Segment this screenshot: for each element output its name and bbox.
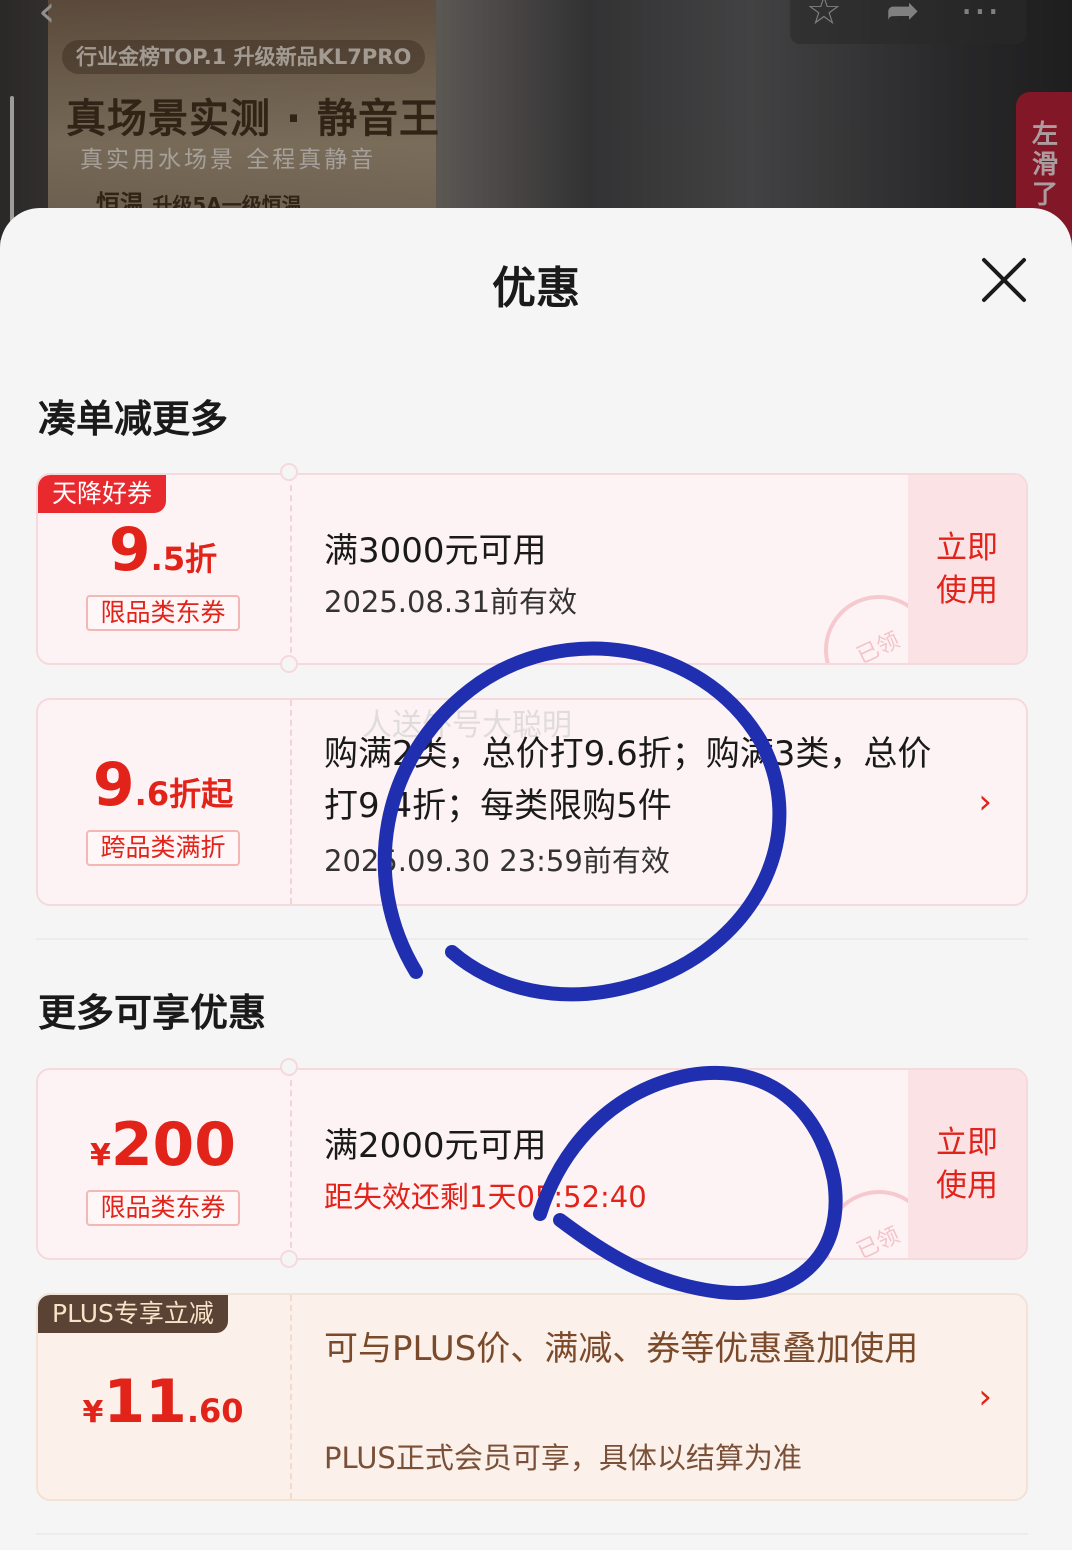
sheet-title: 优惠 (492, 263, 580, 314)
use-now-button[interactable]: 立即 使用 (908, 475, 1026, 663)
card-notch (280, 655, 298, 673)
coupon-validity: 2025.08.31前有效 (324, 585, 578, 619)
close-icon[interactable] (976, 252, 1032, 308)
modal-overlay[interactable] (0, 0, 1072, 240)
plus-condition: 可与PLUS价、满减、券等优惠叠加使用 (324, 1329, 919, 1369)
coupon-card[interactable]: 9.5折 限品类东券 天降好券 满3000元可用 2025.08.31前有效 已… (36, 473, 1028, 665)
discount-sheet: 优惠 凑单减更多 9.5折 限品类东券 天降好券 满3000元可用 2025.0… (0, 208, 1072, 1550)
card-divider (290, 475, 292, 663)
coupon-type: 跨品类满折 (86, 830, 240, 866)
chevron-right-icon[interactable]: › (978, 782, 992, 822)
coupon-countdown: 距失效还剩1天05:52:40 (324, 1180, 647, 1214)
coupon-validity: 2025.09.30 23:59前有效 (324, 844, 670, 878)
card-notch (280, 1250, 298, 1268)
coupon-value-area: 9.6折起 跨品类满折 (38, 700, 288, 904)
coupon-card[interactable]: ¥200 限品类东券 满2000元可用 距失效还剩1天05:52:40 已领 立… (36, 1068, 1028, 1260)
coupon-condition: 满2000元可用 (324, 1126, 547, 1166)
coupon-value: 9.5折 (108, 515, 218, 585)
card-divider (290, 1295, 292, 1499)
coupon-type: 限品类东券 (86, 595, 240, 631)
coupon-value: ¥11.60 (82, 1367, 244, 1437)
plus-discount-card[interactable]: ¥11.60 PLUS专享立减 可与PLUS价、满减、券等优惠叠加使用 PLUS… (36, 1293, 1028, 1501)
card-divider (290, 1070, 292, 1258)
section-title-bundle: 凑单减更多 (38, 397, 229, 441)
watermark: 人送外号大聪明 (362, 708, 572, 743)
coupon-ribbon: 天降好券 (38, 475, 167, 513)
plus-note: PLUS正式会员可享，具体以结算为准 (324, 1441, 802, 1475)
section-title-more: 更多可享优惠 (38, 991, 267, 1035)
coupon-value: ¥200 (89, 1110, 237, 1180)
section-divider (36, 1533, 1028, 1535)
card-divider (290, 700, 292, 904)
coupon-type: 限品类东券 (86, 1190, 240, 1226)
coupon-condition: 满3000元可用 (324, 531, 547, 571)
chevron-right-icon[interactable]: › (978, 1377, 992, 1417)
section-divider (36, 938, 1028, 940)
card-notch (280, 1058, 298, 1076)
use-now-button[interactable]: 立即 使用 (908, 1070, 1026, 1258)
plus-ribbon: PLUS专享立减 (38, 1295, 228, 1333)
coupon-value-area: ¥200 限品类东券 (38, 1070, 288, 1258)
card-notch (280, 463, 298, 481)
coupon-value: 9.6折起 (92, 750, 234, 820)
